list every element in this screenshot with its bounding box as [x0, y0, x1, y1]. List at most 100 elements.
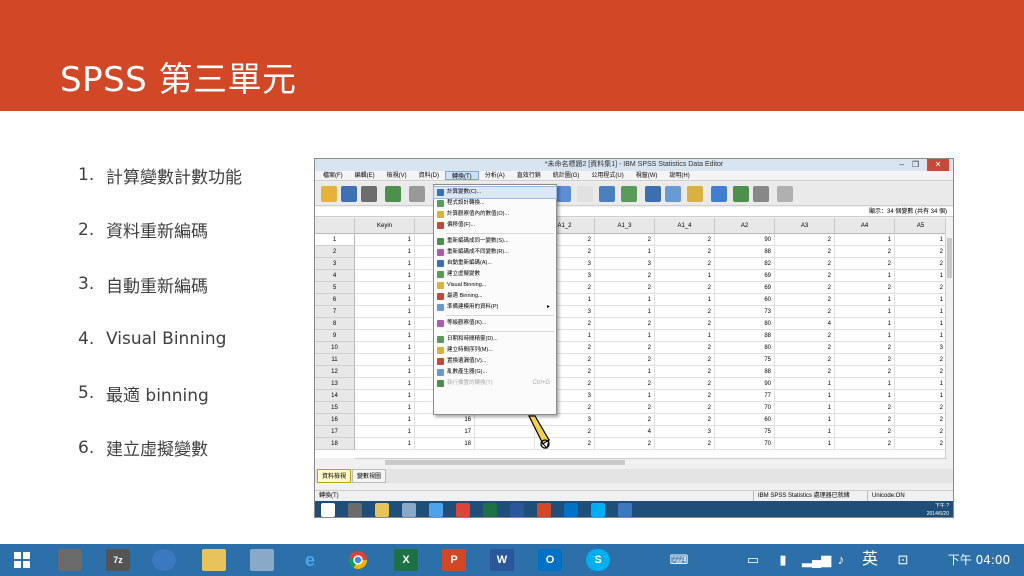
table-cell[interactable]: 60 [715, 414, 775, 426]
table-cell[interactable]: 1 [655, 330, 715, 342]
menu-item[interactable]: 視窗(W) [630, 171, 664, 180]
table-cell[interactable]: 2 [835, 354, 895, 366]
table-cell[interactable]: 2 [775, 330, 835, 342]
ime-keyboard-icon[interactable]: ⊡ [892, 551, 914, 569]
menu-item[interactable]: 統計圖(G) [547, 171, 586, 180]
table-cell[interactable]: 2 [835, 258, 895, 270]
vertical-scrollbar[interactable] [945, 218, 953, 458]
close-button[interactable]: ✕ [927, 159, 949, 171]
find-icon[interactable] [645, 186, 661, 202]
table-cell[interactable]: 2 [775, 234, 835, 246]
tab-data-view[interactable]: 資料檢視 [317, 469, 352, 483]
table-cell[interactable]: 2 [595, 282, 655, 294]
menu-item[interactable]: 編輯(E) [349, 171, 381, 180]
ime-mode[interactable]: 英 [858, 551, 882, 569]
spss-app-icon[interactable] [152, 549, 176, 571]
table-cell[interactable]: 1 [895, 234, 947, 246]
menu-option[interactable]: 置換遺漏值(V)... [434, 356, 556, 367]
powerpoint-icon[interactable]: P [442, 549, 466, 571]
column-header[interactable]: A1_4 [655, 218, 715, 234]
table-cell[interactable]: 2 [655, 282, 715, 294]
table-cell[interactable]: 1 [775, 438, 835, 450]
redo-icon[interactable] [555, 186, 571, 202]
table-cell[interactable]: 2 [655, 342, 715, 354]
excel-icon[interactable] [483, 503, 497, 517]
save-icon[interactable] [341, 186, 357, 202]
table-cell[interactable]: 2 [655, 306, 715, 318]
table-cell[interactable]: 2 [835, 438, 895, 450]
chrome-icon[interactable] [346, 549, 370, 571]
select-cases-icon[interactable] [753, 186, 769, 202]
table-cell[interactable]: 88 [715, 246, 775, 258]
table-cell[interactable]: 80 [715, 342, 775, 354]
table-cell[interactable]: 1 [775, 378, 835, 390]
table-cell[interactable]: 1 [655, 294, 715, 306]
table-cell[interactable]: 73 [715, 306, 775, 318]
menu-option[interactable]: 等級觀察值(K)... [434, 318, 556, 329]
menu-item[interactable]: 資料(D) [413, 171, 445, 180]
signal-icon[interactable]: ▂▄▆ [802, 551, 831, 569]
column-header[interactable]: Keyin [355, 218, 415, 234]
row-number[interactable]: 3 [315, 258, 355, 270]
table-cell[interactable]: 2 [895, 258, 947, 270]
table-cell[interactable]: 69 [715, 282, 775, 294]
menu-option[interactable]: Visual Binning... [434, 280, 556, 291]
table-cell[interactable]: 77 [715, 390, 775, 402]
column-header[interactable]: A4 [835, 218, 895, 234]
paint-icon[interactable] [250, 549, 274, 571]
row-number[interactable]: 16 [315, 414, 355, 426]
table-cell[interactable]: 1 [355, 402, 415, 414]
table-cell[interactable]: 2 [835, 282, 895, 294]
menu-option[interactable]: 重新編碼成同一變數(S)... [434, 236, 556, 247]
table-cell[interactable]: 75 [715, 354, 775, 366]
menu-item[interactable]: 分析(A) [479, 171, 511, 180]
row-number[interactable]: 1 [315, 234, 355, 246]
start-icon[interactable] [10, 549, 34, 571]
menu-option[interactable]: 重新編碼成不同變數(R)... [434, 247, 556, 258]
table-cell[interactable]: 2 [595, 414, 655, 426]
table-cell[interactable]: 1 [355, 414, 415, 426]
table-cell[interactable]: 1 [355, 270, 415, 282]
table-cell[interactable]: 2 [775, 258, 835, 270]
row-number[interactable]: 2 [315, 246, 355, 258]
goto-case-icon[interactable] [577, 186, 593, 202]
table-cell[interactable]: 2 [775, 294, 835, 306]
print-icon[interactable] [361, 186, 377, 202]
table-cell[interactable]: 1 [895, 270, 947, 282]
menu-option[interactable]: 建立時間序列(M)... [434, 345, 556, 356]
action-center-icon[interactable]: ▭ [742, 551, 764, 569]
table-cell[interactable]: 1 [895, 330, 947, 342]
keyboard-icon[interactable]: ⌨ [668, 551, 690, 569]
menu-option[interactable]: 執行擱置的轉換(T) Ctrl+G [434, 378, 556, 389]
volume-icon[interactable]: ♪ [830, 551, 852, 569]
table-cell[interactable]: 2 [895, 282, 947, 294]
table-cell[interactable]: 3 [655, 426, 715, 438]
row-number[interactable]: 6 [315, 294, 355, 306]
table-cell[interactable]: 2 [655, 354, 715, 366]
insert-variable-icon[interactable] [687, 186, 703, 202]
table-cell[interactable]: 70 [715, 438, 775, 450]
row-number[interactable]: 5 [315, 282, 355, 294]
menu-item[interactable]: 直效行銷 [511, 171, 547, 180]
data-grid[interactable]: KeyinstA1_2A1_3A1_4A2A3A4A51122290211212… [315, 218, 947, 458]
table-cell[interactable]: 1 [355, 354, 415, 366]
restore-button[interactable]: ❐ [912, 159, 919, 171]
folder-icon[interactable] [202, 549, 226, 571]
table-cell[interactable]: 2 [895, 414, 947, 426]
table-cell[interactable]: 2 [655, 318, 715, 330]
menu-option[interactable]: 程式設計轉換... [434, 198, 556, 209]
table-cell[interactable]: 2 [835, 246, 895, 258]
table-cell[interactable]: 1 [355, 282, 415, 294]
printer-icon[interactable] [58, 549, 82, 571]
table-cell[interactable]: 1 [835, 306, 895, 318]
table-cell[interactable]: 2 [595, 318, 655, 330]
menu-item[interactable]: 說明(H) [663, 171, 695, 180]
table-cell[interactable]: 82 [715, 258, 775, 270]
table-cell[interactable]: 1 [895, 294, 947, 306]
table-cell[interactable]: 1 [595, 294, 655, 306]
tab-variable-view[interactable]: 變數視圖 [352, 469, 387, 483]
table-cell[interactable]: 2 [595, 378, 655, 390]
table-cell[interactable]: 2 [775, 366, 835, 378]
table-cell[interactable]: 2 [835, 342, 895, 354]
table-cell[interactable]: 1 [355, 426, 415, 438]
